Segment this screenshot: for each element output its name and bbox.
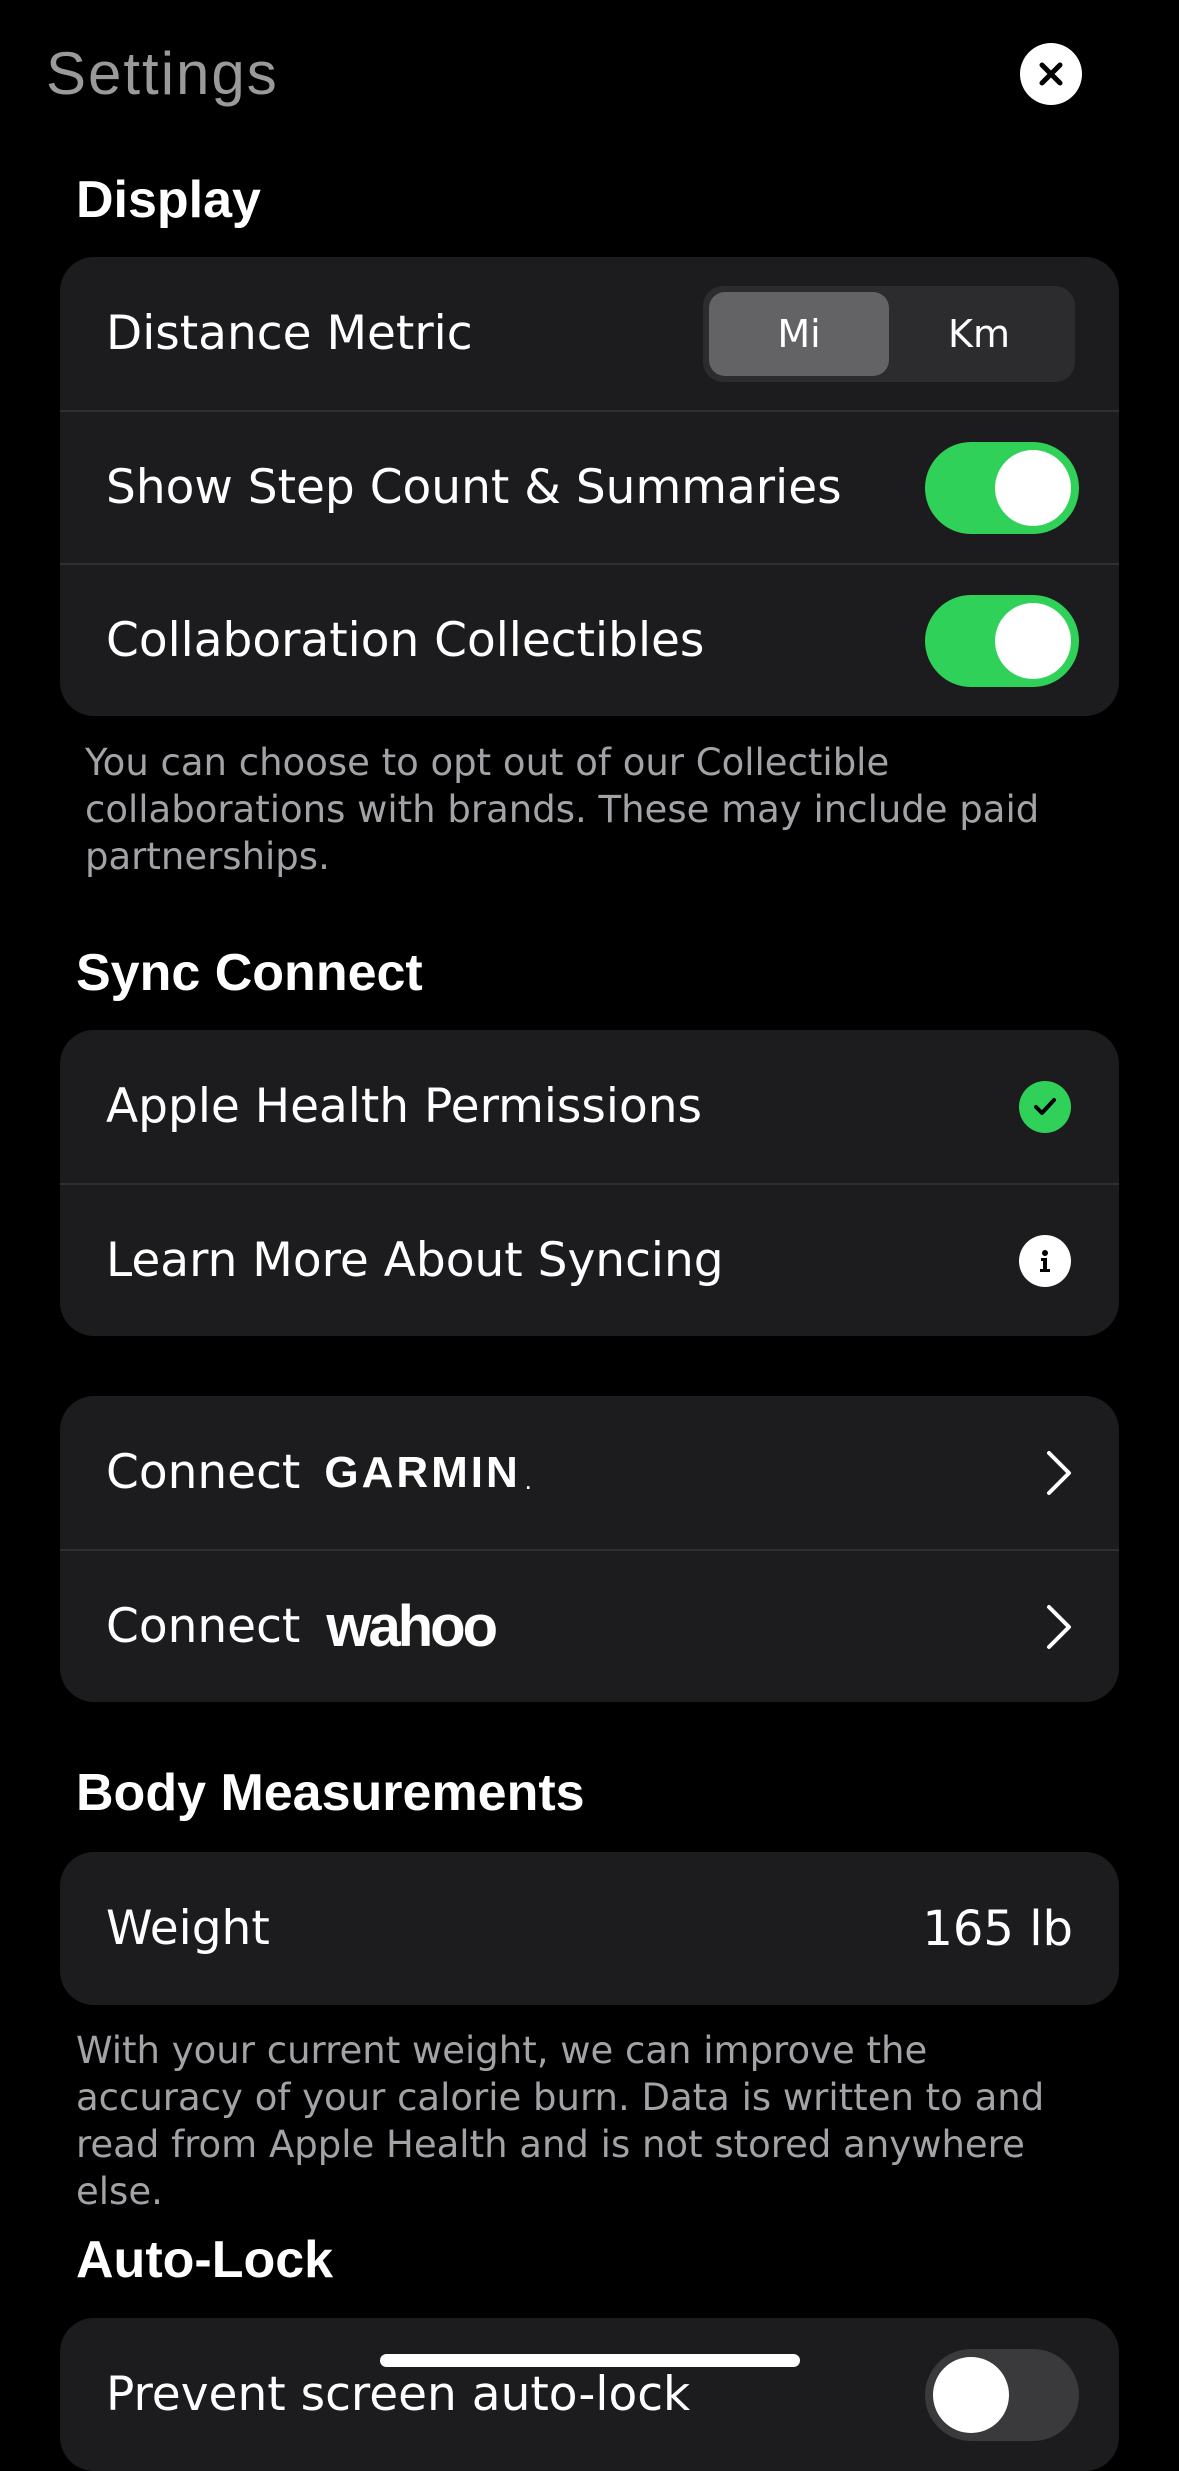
- connect-garmin-label: Connect: [106, 1445, 301, 1500]
- connect-wahoo-label: Connect: [106, 1599, 301, 1654]
- weight-label: Weight: [106, 1901, 270, 1956]
- weight-row[interactable]: Weight 165 lb: [60, 1852, 1119, 2005]
- collaboration-collectibles-row: Collaboration Collectibles: [60, 563, 1119, 716]
- page-title: Settings: [46, 40, 279, 107]
- distance-metric-segmented-control: Mi Km: [703, 285, 1075, 382]
- show-step-count-label: Show Step Count & Summaries: [106, 460, 842, 515]
- display-card: Distance Metric Mi Km Show Step Count & …: [60, 257, 1119, 716]
- checkmark-circle-icon: [1019, 1080, 1071, 1133]
- chevron-right-icon: [1047, 1450, 1071, 1495]
- prevent-auto-lock-row: Prevent screen auto-lock: [60, 2318, 1119, 2471]
- show-step-count-row: Show Step Count & Summaries: [60, 410, 1119, 563]
- section-title-body-measurements: Body Measurements: [76, 1764, 585, 1822]
- distance-metric-row: Distance Metric Mi Km: [60, 257, 1119, 410]
- info-icon[interactable]: [1019, 1234, 1071, 1287]
- sync-card: Apple Health Permissions Learn More Abou…: [60, 1030, 1119, 1336]
- toggle-knob: [933, 2356, 1009, 2433]
- body-measurements-card: Weight 165 lb: [60, 1852, 1119, 2005]
- segment-km[interactable]: Km: [889, 292, 1069, 376]
- home-indicator: [380, 2354, 800, 2367]
- wahoo-logo: wahoo: [326, 1593, 498, 1659]
- section-title-display: Display: [76, 171, 261, 229]
- close-icon: [1039, 62, 1063, 86]
- connect-devices-card: Connect GARMIN Connect wahoo: [60, 1396, 1119, 1702]
- display-footnote: You can choose to opt out of our Collect…: [85, 741, 1040, 878]
- prevent-auto-lock-toggle[interactable]: [925, 2348, 1079, 2441]
- segment-mi[interactable]: Mi: [709, 291, 889, 376]
- collaboration-collectibles-label: Collaboration Collectibles: [106, 613, 705, 668]
- apple-health-permissions-label: Apple Health Permissions: [106, 1079, 702, 1134]
- learn-more-syncing-row[interactable]: Learn More About Syncing: [60, 1183, 1119, 1336]
- distance-metric-label: Distance Metric: [106, 306, 473, 361]
- close-button[interactable]: [1020, 43, 1082, 105]
- toggle-knob: [995, 602, 1071, 679]
- prevent-auto-lock-label: Prevent screen auto-lock: [106, 2367, 691, 2422]
- connect-wahoo-row[interactable]: Connect wahoo: [60, 1549, 1119, 1702]
- body-measurements-footnote: With your current weight, we can improve…: [76, 2029, 1045, 2213]
- section-title-sync-connect: Sync Connect: [76, 944, 423, 1002]
- auto-lock-card: Prevent screen auto-lock: [60, 2318, 1119, 2471]
- section-title-auto-lock: Auto-Lock: [76, 2231, 334, 2289]
- toggle-knob: [995, 449, 1071, 526]
- connect-garmin-row[interactable]: Connect GARMIN: [60, 1396, 1119, 1549]
- apple-health-permissions-row[interactable]: Apple Health Permissions: [60, 1030, 1119, 1183]
- weight-value: 165 lb: [922, 1900, 1073, 1957]
- chevron-right-icon: [1047, 1604, 1071, 1649]
- garmin-logo: GARMIN: [324, 1448, 531, 1498]
- learn-more-syncing-label: Learn More About Syncing: [106, 1233, 724, 1288]
- collaboration-collectibles-toggle[interactable]: [925, 594, 1079, 687]
- show-step-count-toggle[interactable]: [925, 441, 1079, 534]
